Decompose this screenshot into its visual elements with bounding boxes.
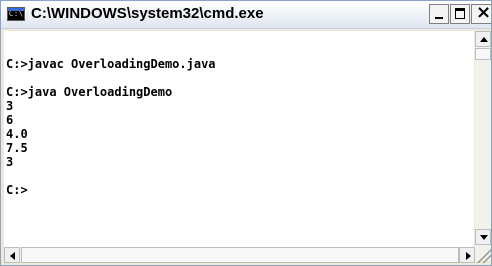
console-line: 4.0 [6, 127, 28, 141]
vertical-scrollbar[interactable] [475, 31, 491, 261]
console-lines: C:>javac OverloadingDemo.java C:>java Ov… [4, 31, 474, 197]
console-line: 6 [6, 113, 14, 127]
arrow-left-icon [10, 252, 15, 260]
maximize-button[interactable] [450, 4, 470, 24]
arrow-down-icon [480, 235, 488, 240]
title-bar[interactable]: C:\ C:\WINDOWS\system32\cmd.exe [1, 1, 491, 29]
minimize-button[interactable] [429, 4, 449, 24]
horizontal-scroll-thumb[interactable] [21, 247, 459, 263]
arrow-right-icon [466, 252, 471, 260]
console-line: 3 [6, 99, 14, 113]
arrow-up-icon [480, 37, 488, 42]
console-line: 3 [6, 155, 14, 169]
vertical-scroll-thumb[interactable] [475, 48, 491, 60]
resize-grip-icon[interactable] [475, 247, 491, 263]
scroll-down-button[interactable] [475, 229, 491, 245]
cmd-window: C:\ C:\WINDOWS\system32\cmd.exe C:>javac… [0, 0, 492, 266]
console-line: C:>java OverloadingDemo [6, 85, 173, 99]
cmd-icon[interactable]: C:\ [7, 7, 25, 21]
horizontal-scrollbar[interactable] [4, 247, 475, 263]
cmd-icon-label: C:\ [8, 9, 24, 18]
console-line: C:> [6, 183, 28, 197]
window-title: C:\WINDOWS\system32\cmd.exe [31, 5, 264, 22]
scroll-up-button[interactable] [475, 31, 491, 47]
console-line: C:>javac OverloadingDemo.java [6, 57, 216, 71]
scroll-right-button[interactable] [459, 247, 475, 263]
close-button[interactable] [471, 2, 491, 24]
console-output[interactable]: C:>javac OverloadingDemo.java C:>java Ov… [4, 31, 474, 247]
scroll-left-button[interactable] [4, 247, 20, 263]
console-line: 7.5 [6, 141, 28, 155]
